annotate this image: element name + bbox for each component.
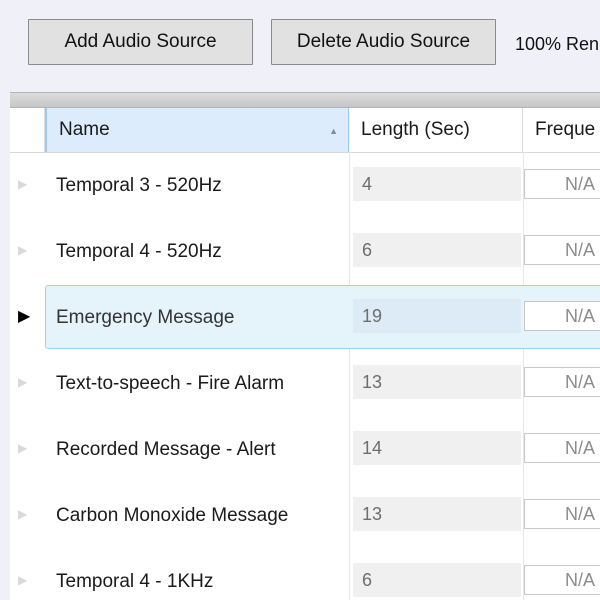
cell-length: 13 [353, 365, 521, 399]
cell-frequency-input[interactable]: N/A [524, 301, 600, 331]
row-header-corner [10, 108, 45, 152]
grid-rows: ▶ Temporal 3 - 520Hz 4 N/A ▶ Temporal 4 … [10, 152, 600, 600]
cell-length-value: 6 [362, 569, 373, 590]
cell-frequency-value: N/A [565, 305, 596, 326]
cell-length: 19 [353, 299, 521, 333]
row-indicator-triangle-icon: ▶ [18, 507, 28, 521]
cell-frequency-value: N/A [565, 173, 596, 194]
cell-length: 6 [353, 563, 521, 597]
horizontal-scrollbar[interactable] [10, 92, 600, 108]
cell-frequency-input[interactable]: N/A [524, 367, 600, 397]
table-row[interactable]: ▶ Temporal 4 - 520Hz 6 N/A [10, 218, 600, 284]
cell-name[interactable]: Text-to-speech - Fire Alarm [56, 373, 284, 395]
table-row[interactable]: ▶ Temporal 4 - 1KHz 6 N/A [10, 548, 600, 600]
cell-frequency-input[interactable]: N/A [524, 499, 600, 529]
cell-length: 6 [353, 233, 521, 267]
table-row[interactable]: ▶ Temporal 3 - 520Hz 4 N/A [10, 152, 600, 218]
column-header-frequency-label: Freque [535, 119, 596, 140]
row-indicator-triangle-icon: ▶ [18, 441, 28, 455]
cell-name[interactable]: Temporal 3 - 520Hz [56, 175, 222, 197]
cell-frequency-value: N/A [565, 503, 596, 524]
cell-frequency-input[interactable]: N/A [524, 565, 600, 595]
cell-length-value: 4 [362, 173, 373, 194]
render-progress-text: 100% Ren [515, 34, 600, 54]
column-header-frequency[interactable]: Freque [523, 108, 600, 152]
column-header-name[interactable]: Name ▲ [45, 108, 349, 152]
cell-length: 14 [353, 431, 521, 465]
table-row[interactable]: ▶ Carbon Monoxide Message 13 N/A [10, 482, 600, 548]
table-row[interactable]: ▶ Emergency Message 19 N/A [10, 284, 600, 350]
table-row[interactable]: ▶ Recorded Message - Alert 14 N/A [10, 416, 600, 482]
cell-name[interactable]: Recorded Message - Alert [56, 439, 276, 461]
cell-name[interactable]: Temporal 4 - 1KHz [56, 571, 213, 593]
cell-frequency-value: N/A [565, 239, 596, 260]
cell-frequency-value: N/A [565, 371, 596, 392]
cell-name[interactable]: Temporal 4 - 520Hz [56, 241, 222, 263]
add-audio-source-button[interactable]: Add Audio Source [28, 19, 253, 65]
delete-audio-source-button[interactable]: Delete Audio Source [271, 19, 496, 65]
toolbar: Add Audio Source Delete Audio Source 100… [0, 0, 600, 90]
table-row[interactable]: ▶ Text-to-speech - Fire Alarm 13 N/A [10, 350, 600, 416]
column-header-name-label: Name [59, 119, 110, 140]
cell-length-value: 6 [362, 239, 373, 260]
audio-source-grid: Name ▲ Length (Sec) Freque ▶ Temporal 3 … [10, 92, 600, 600]
cell-length-value: 19 [362, 305, 383, 326]
cell-name[interactable]: Carbon Monoxide Message [56, 505, 288, 527]
cell-length-value: 13 [362, 503, 383, 524]
column-header-length-label: Length (Sec) [361, 119, 470, 140]
row-indicator-triangle-icon: ▶ [18, 177, 28, 191]
row-indicator-triangle-icon: ▶ [18, 308, 31, 325]
cell-length: 4 [353, 167, 521, 201]
cell-frequency-input[interactable]: N/A [524, 235, 600, 265]
row-indicator-triangle-icon: ▶ [18, 573, 28, 587]
audio-source-window: Add Audio Source Delete Audio Source 100… [0, 0, 600, 600]
cell-length-value: 13 [362, 371, 383, 392]
cell-frequency-input[interactable]: N/A [524, 433, 600, 463]
cell-length-value: 14 [362, 437, 383, 458]
cell-length: 13 [353, 497, 521, 531]
cell-frequency-value: N/A [565, 569, 596, 590]
row-indicator-triangle-icon: ▶ [18, 243, 28, 257]
column-header-length[interactable]: Length (Sec) [349, 108, 523, 152]
grid-header: Name ▲ Length (Sec) Freque [10, 108, 600, 153]
sort-ascending-icon: ▲ [329, 126, 338, 136]
cell-frequency-value: N/A [565, 437, 596, 458]
row-indicator-triangle-icon: ▶ [18, 375, 28, 389]
cell-name[interactable]: Emergency Message [56, 307, 234, 329]
cell-frequency-input[interactable]: N/A [524, 169, 600, 199]
